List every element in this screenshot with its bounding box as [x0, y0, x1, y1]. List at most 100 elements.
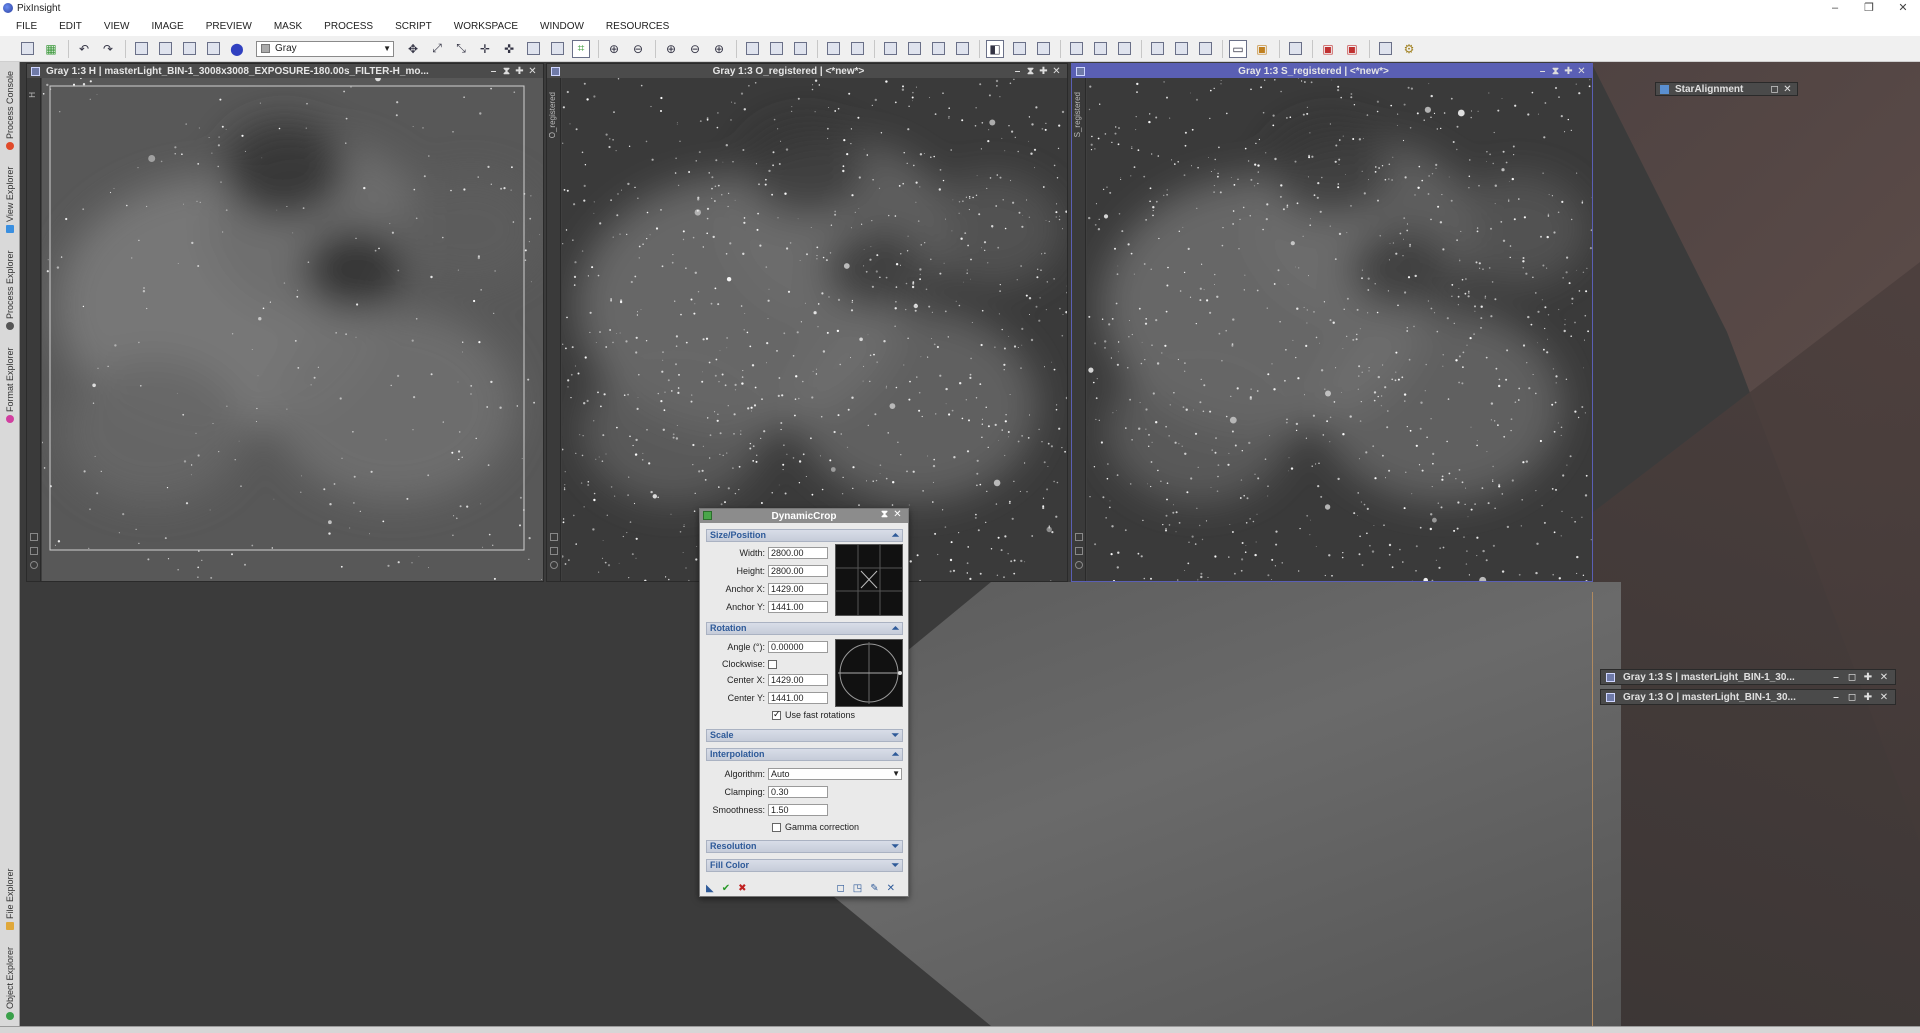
section-interpolation[interactable]: Interpolation ⏶ — [706, 748, 903, 761]
angle-input[interactable]: 0.00000 — [768, 641, 828, 653]
use-fast-rotations-checkbox[interactable] — [772, 709, 781, 720]
section-scale[interactable]: Scale ⏷ — [706, 729, 903, 742]
image-window-s-registered[interactable]: Gray 1:3 S_registered | <*new*> – ⧗ ✚ ✕ … — [1071, 63, 1593, 582]
mask-icon[interactable] — [524, 40, 542, 58]
dock-tab-format-explorer[interactable]: Format Explorer — [0, 340, 20, 430]
channel-select[interactable]: Gray ▼ — [256, 40, 394, 57]
readout-icon[interactable]: ✜ — [500, 40, 518, 58]
image-window-title-bar[interactable]: Gray 1:3 S_registered | <*new*> – ⧗ ✚ ✕ — [1072, 64, 1592, 78]
panel-left-icon[interactable] — [1148, 40, 1166, 58]
move-icon[interactable]: ✥ — [404, 40, 422, 58]
close-icon[interactable]: ✕ — [1050, 66, 1063, 77]
menu-workspace[interactable]: WORKSPACE — [454, 21, 518, 32]
new-instance-icon[interactable]: ◣ — [706, 883, 714, 894]
anchor-x-input[interactable]: 1429.00 — [768, 583, 828, 595]
color-screen-icon[interactable]: ▣ — [1253, 40, 1271, 58]
image-canvas[interactable] — [1087, 78, 1592, 581]
center-y-input[interactable]: 1441.00 — [768, 692, 828, 704]
image-window-o-registered[interactable]: Gray 1:3 O_registered | <*new*> – ⧗ ✚ ✕ … — [546, 63, 1068, 582]
stf-auto-icon[interactable] — [1010, 40, 1028, 58]
section-size-position[interactable]: Size/Position ⏶ — [706, 529, 903, 542]
close-window-button[interactable]: ✕ — [1886, 0, 1920, 16]
zoom-in-icon[interactable]: ⊕ — [605, 40, 623, 58]
dock-tab-view-explorer[interactable]: View Explorer — [0, 160, 20, 240]
save-icon[interactable] — [156, 40, 174, 58]
panel-right-icon[interactable] — [1172, 40, 1190, 58]
zoom-1-2-icon[interactable]: ⊖ — [686, 40, 704, 58]
maximize-icon[interactable]: ✚ — [1037, 66, 1050, 77]
clockwise-checkbox[interactable] — [768, 659, 777, 669]
explorer-icon[interactable] — [1376, 40, 1394, 58]
new-image-icon[interactable] — [18, 40, 36, 58]
stf-indicator-icon[interactable] — [30, 561, 38, 569]
dock-tab-object-explorer[interactable]: Object Explorer — [0, 942, 20, 1024]
iconified-window-o[interactable]: Gray 1:3 O | masterLight_BIN-1_30... – ◻… — [1600, 689, 1896, 705]
menu-view[interactable]: VIEW — [104, 21, 130, 32]
preview-selector-icon[interactable] — [550, 533, 558, 541]
close-image-icon[interactable] — [204, 40, 222, 58]
close-icon[interactable]: ✕ — [1575, 66, 1588, 77]
menu-image[interactable]: IMAGE — [151, 21, 183, 32]
star-alignment-process-window[interactable]: StarAlignment ◻ ✕ — [1655, 82, 1798, 96]
close-icon[interactable]: ✕ — [526, 66, 539, 77]
menu-script[interactable]: SCRIPT — [395, 21, 432, 32]
save-as-icon[interactable] — [180, 40, 198, 58]
stf-indicator-icon[interactable] — [1075, 561, 1083, 569]
minimize-window-button[interactable]: – — [1818, 0, 1852, 16]
rotation-dial-widget[interactable] — [835, 639, 903, 707]
dynamic-crop-title-bar[interactable]: DynamicCrop ⧗ ✕ — [700, 509, 908, 523]
preferences-icon[interactable]: ✎ — [870, 883, 878, 894]
pan-icon[interactable]: ✛ — [476, 40, 494, 58]
preview-edit-icon[interactable] — [767, 40, 785, 58]
mask-invert-icon[interactable] — [929, 40, 947, 58]
stf-icon[interactable]: ◧ — [986, 39, 1004, 58]
mask-indicator-icon[interactable] — [30, 547, 38, 555]
shade-icon[interactable]: ⧗ — [1024, 66, 1037, 77]
mask-enable-icon[interactable] — [905, 40, 923, 58]
menu-resources[interactable]: RESOURCES — [606, 21, 669, 32]
curves-icon[interactable] — [1091, 40, 1109, 58]
anchor-y-input[interactable]: 1441.00 — [768, 601, 828, 613]
stf-reset-icon[interactable] — [1034, 40, 1052, 58]
restore-icon[interactable]: ◻ — [1768, 84, 1781, 95]
zoom-out-icon[interactable]: ⊖ — [629, 40, 647, 58]
close-icon[interactable]: ✕ — [1781, 84, 1794, 95]
image-window-title-bar[interactable]: Gray 1:3 H | masterLight_BIN-1_3008x3008… — [27, 64, 543, 78]
menu-preview[interactable]: PREVIEW — [206, 21, 252, 32]
section-fill-color[interactable]: Fill Color ⏷ — [706, 859, 903, 872]
browse-documentation-icon[interactable]: ◻ — [836, 883, 844, 894]
levels-icon[interactable] — [1115, 40, 1133, 58]
open-icon[interactable] — [132, 40, 150, 58]
stf-indicator-icon[interactable] — [550, 561, 558, 569]
reset-icon[interactable]: ✕ — [887, 883, 895, 894]
apply-icon[interactable]: ✔ — [722, 883, 730, 894]
height-input[interactable]: 2800.00 — [768, 565, 828, 577]
clamping-input[interactable]: 0.30 — [768, 786, 828, 798]
panel-top-icon[interactable] — [1196, 40, 1214, 58]
section-resolution[interactable]: Resolution ⏷ — [706, 840, 903, 853]
menu-mask[interactable]: MASK — [274, 21, 302, 32]
iconified-window-s[interactable]: Gray 1:3 S | masterLight_BIN-1_30... – ◻… — [1600, 669, 1896, 685]
menu-window[interactable]: WINDOW — [540, 21, 584, 32]
minimize-icon[interactable]: – — [1536, 66, 1549, 77]
dock-tab-file-explorer[interactable]: File Explorer — [0, 860, 20, 938]
minimize-icon[interactable]: – — [487, 66, 500, 77]
track-view-icon[interactable]: ◳ — [853, 883, 862, 894]
mask-indicator-icon[interactable] — [1075, 547, 1083, 555]
minimize-icon[interactable]: – — [1828, 672, 1844, 683]
width-input[interactable]: 2800.00 — [768, 547, 828, 559]
zoom-1-3-icon[interactable]: ⊕ — [710, 40, 728, 58]
zoom-fit-icon[interactable]: ⤡ — [452, 40, 470, 58]
center-x-input[interactable]: 1429.00 — [768, 674, 828, 686]
close-icon[interactable]: ✕ — [891, 509, 904, 520]
mask-select-icon[interactable] — [953, 40, 971, 58]
settings-icon[interactable]: ⚙ — [1400, 40, 1418, 58]
invert-mask-icon[interactable] — [548, 40, 566, 58]
shade-icon[interactable]: ⧗ — [1549, 66, 1562, 77]
maximize-icon[interactable]: ✚ — [513, 66, 526, 77]
crop-icon[interactable] — [824, 40, 842, 58]
histogram-icon[interactable] — [1067, 40, 1085, 58]
restore-window-button[interactable]: ❐ — [1852, 0, 1886, 16]
zoom-1-1-icon[interactable]: ⊕ — [662, 40, 680, 58]
readout-red-icon[interactable]: ▣ — [1319, 40, 1337, 58]
